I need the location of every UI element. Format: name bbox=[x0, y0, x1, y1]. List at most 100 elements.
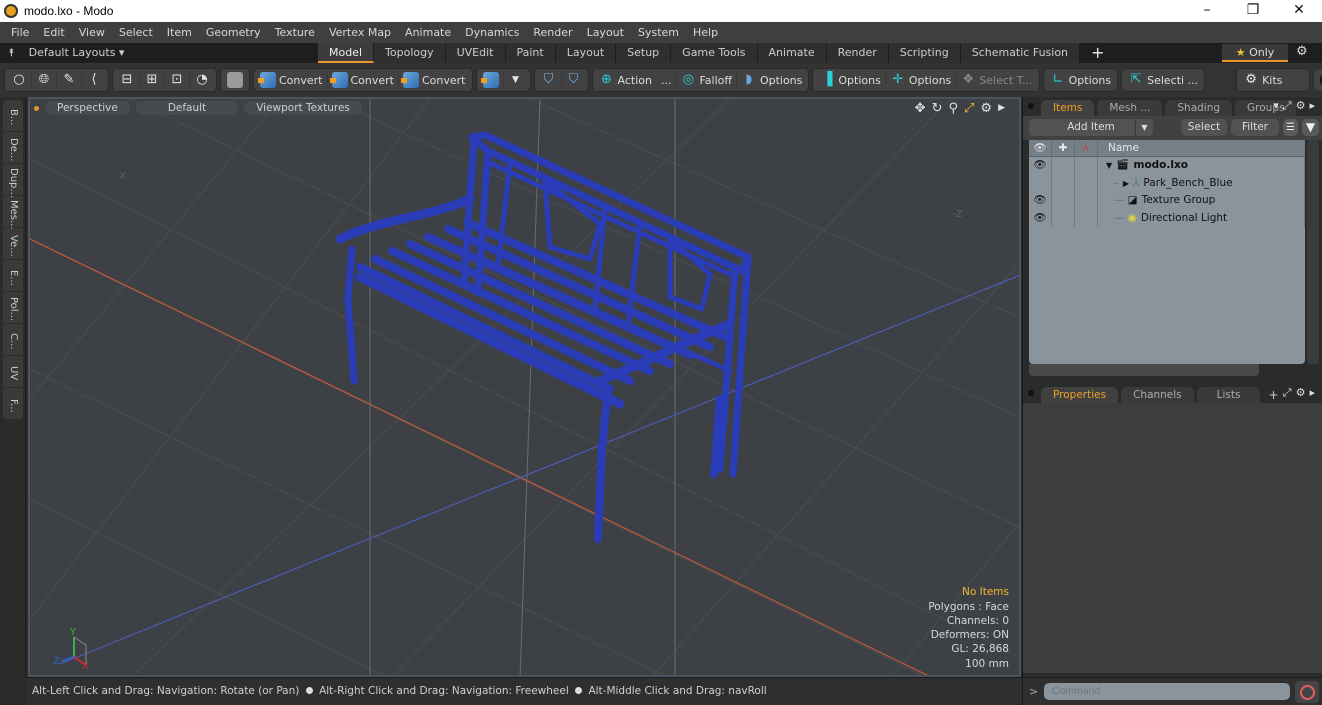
menu-texture[interactable]: Texture bbox=[268, 26, 322, 39]
path-mode-button[interactable]: ⟨ bbox=[82, 69, 106, 91]
tab-shading[interactable]: Shading bbox=[1165, 100, 1233, 116]
options-button-4[interactable]: ∟ Options bbox=[1046, 69, 1115, 91]
select-through-button[interactable]: ❖ Select T... bbox=[956, 69, 1036, 91]
pivot-button[interactable] bbox=[479, 69, 504, 91]
tab-render[interactable]: Render bbox=[826, 43, 889, 63]
menu-geometry[interactable]: Geometry bbox=[199, 26, 268, 39]
tree-row[interactable]: ┈ ▶ ⅄ Park_Bench_Blue bbox=[1029, 174, 1305, 192]
strip-tab-mesh-edit[interactable]: Mes... bbox=[3, 196, 23, 230]
tree-vertical-scrollbar[interactable] bbox=[1307, 140, 1319, 364]
menu-help[interactable]: Help bbox=[686, 26, 725, 39]
menu-layout[interactable]: Layout bbox=[580, 26, 631, 39]
tab-mesh-ops[interactable]: Mesh ... bbox=[1097, 100, 1163, 116]
options-button-3[interactable]: ✛ Options bbox=[886, 69, 957, 91]
strip-tab-bevel[interactable]: B... bbox=[3, 100, 23, 132]
panel-maximize-icon[interactable]: ⤢ bbox=[1283, 99, 1296, 112]
tab-game-tools[interactable]: Game Tools bbox=[671, 43, 758, 63]
menu-dynamics[interactable]: Dynamics bbox=[458, 26, 526, 39]
select-button[interactable]: Select bbox=[1181, 119, 1227, 136]
menu-vertex-map[interactable]: Vertex Map bbox=[322, 26, 398, 39]
eye-icon[interactable]: 👁︎ bbox=[1029, 209, 1052, 227]
strip-tab-fusion[interactable]: F... bbox=[3, 388, 23, 420]
snap-button[interactable]: ⛉ bbox=[562, 69, 586, 91]
layout-collapse-icon[interactable]: ⯭ bbox=[8, 46, 15, 60]
only-button[interactable]: ★ Only bbox=[1222, 44, 1288, 62]
strip-tab-curve[interactable]: C... bbox=[3, 324, 23, 356]
park-bench-model[interactable] bbox=[335, 131, 752, 543]
pivot-dropdown[interactable]: ▼ bbox=[504, 69, 528, 91]
locator-column-icon[interactable]: ⅄ bbox=[1075, 140, 1098, 156]
menu-item[interactable]: Item bbox=[160, 26, 199, 39]
tab-model[interactable]: Model bbox=[318, 43, 375, 63]
globe-mode-button[interactable]: 🌐︎ bbox=[32, 69, 57, 91]
tree-row[interactable]: 👁︎ ┈┈ ◉ Directional Light bbox=[1029, 209, 1305, 227]
menu-view[interactable]: View bbox=[72, 26, 112, 39]
zoom-icon[interactable]: ⚲ bbox=[948, 101, 958, 116]
tab-uvedit[interactable]: UVEdit bbox=[445, 43, 506, 63]
tab-lists[interactable]: Lists bbox=[1196, 387, 1261, 403]
command-input[interactable] bbox=[1044, 683, 1290, 700]
vertices-button[interactable]: ⊟ bbox=[115, 69, 140, 91]
gear-icon[interactable]: ⚙ bbox=[1296, 44, 1308, 59]
menu-render[interactable]: Render bbox=[526, 26, 579, 39]
viewport-textures-dropdown[interactable]: Viewport Textures bbox=[244, 101, 362, 115]
tree-row[interactable]: 👁︎ ▼ 🎬︎ modo.lxo bbox=[1029, 157, 1305, 175]
selection-sets-button[interactable]: ⇱ Selecti ... bbox=[1124, 69, 1202, 91]
list-options-icon[interactable]: ☰ bbox=[1283, 119, 1298, 136]
tab-properties[interactable]: Properties bbox=[1041, 387, 1119, 403]
kits-button[interactable]: ⚙ Kits bbox=[1239, 69, 1307, 91]
strip-tab-uv[interactable]: UV bbox=[3, 356, 23, 388]
panel-maximize-icon[interactable]: ⤢ bbox=[1283, 386, 1296, 399]
action-center-button[interactable]: ⊕ Action... bbox=[595, 69, 677, 91]
vertex-mode-button[interactable]: ○ bbox=[7, 69, 32, 91]
work-plane-button[interactable]: ⛉ bbox=[537, 69, 562, 91]
restore-button[interactable]: ❐ bbox=[1230, 0, 1276, 22]
shading-dropdown[interactable]: Default bbox=[135, 101, 239, 115]
panel-gear-icon[interactable]: ⚙ bbox=[1296, 99, 1310, 112]
materials-button[interactable]: ◔ bbox=[190, 69, 214, 91]
menu-select[interactable]: Select bbox=[112, 26, 160, 39]
panel-menu-dot[interactable] bbox=[1028, 103, 1034, 109]
funnel-icon[interactable]: ▼ bbox=[1302, 119, 1319, 136]
panel-arrow-icon[interactable]: ▸ bbox=[1309, 386, 1319, 399]
name-column-header[interactable]: Name bbox=[1098, 140, 1305, 156]
close-button[interactable]: ✕ bbox=[1276, 0, 1322, 22]
tab-paint[interactable]: Paint bbox=[505, 43, 556, 63]
convert-button-1[interactable]: Convert bbox=[256, 69, 328, 91]
falloff-button[interactable]: ◎ Falloff bbox=[676, 69, 737, 91]
tree-row[interactable]: 👁︎ ┈┈ ◪ Texture Group bbox=[1029, 192, 1305, 210]
visibility-column-icon[interactable]: 👁︎ bbox=[1029, 140, 1052, 156]
tab-schematic-fusion[interactable]: Schematic Fusion bbox=[960, 43, 1081, 63]
tab-channels[interactable]: Channels bbox=[1121, 387, 1194, 403]
add-item-dropdown[interactable]: ▼ bbox=[1135, 119, 1153, 136]
panel-gear-icon[interactable]: ⚙ bbox=[1296, 386, 1310, 399]
eye-icon[interactable]: 👁︎ bbox=[1029, 157, 1052, 175]
strip-tab-edge[interactable]: E... bbox=[3, 260, 23, 292]
tab-topology[interactable]: Topology bbox=[374, 43, 446, 63]
viewport-gear-icon[interactable]: ⚙ bbox=[980, 101, 992, 116]
filter-button[interactable]: Filter bbox=[1231, 119, 1279, 136]
3d-viewport[interactable]: -X -Z Y X Z Perspective Default Viewport… bbox=[28, 97, 1021, 677]
view-mode-dropdown[interactable]: Perspective bbox=[45, 101, 130, 115]
add-panel-tab-button[interactable]: + bbox=[1268, 387, 1278, 403]
add-layout-tab-button[interactable]: + bbox=[1080, 43, 1117, 63]
record-macro-button[interactable] bbox=[1295, 681, 1319, 703]
collapse-arrow-icon[interactable]: ▼ bbox=[1106, 157, 1112, 174]
menu-animate[interactable]: Animate bbox=[398, 26, 458, 39]
lock-column-icon[interactable]: ✚ bbox=[1052, 140, 1075, 156]
default-layouts-dropdown[interactable]: Default Layouts ▾ bbox=[29, 46, 125, 60]
edges-button[interactable]: ⊞ bbox=[140, 69, 165, 91]
menu-edit[interactable]: Edit bbox=[36, 26, 71, 39]
strip-tab-polygon[interactable]: Pol... bbox=[3, 292, 23, 324]
pen-mode-button[interactable]: ✎ bbox=[57, 69, 82, 91]
tabs-dropdown-icon[interactable]: ▾ bbox=[1273, 99, 1283, 112]
tab-scripting[interactable]: Scripting bbox=[888, 43, 961, 63]
panel-arrow-icon[interactable]: ▸ bbox=[1309, 99, 1319, 112]
expand-arrow-icon[interactable]: ▶ bbox=[1123, 175, 1129, 192]
tree-horizontal-scrollbar[interactable] bbox=[1029, 364, 1259, 376]
eye-icon[interactable]: 👁︎ bbox=[1029, 192, 1052, 210]
tab-animate[interactable]: Animate bbox=[757, 43, 827, 63]
strip-tab-duplicate[interactable]: Dup... bbox=[3, 164, 23, 198]
options-button-1[interactable]: ◗ Options bbox=[737, 69, 806, 91]
tab-items[interactable]: Items bbox=[1041, 100, 1095, 116]
